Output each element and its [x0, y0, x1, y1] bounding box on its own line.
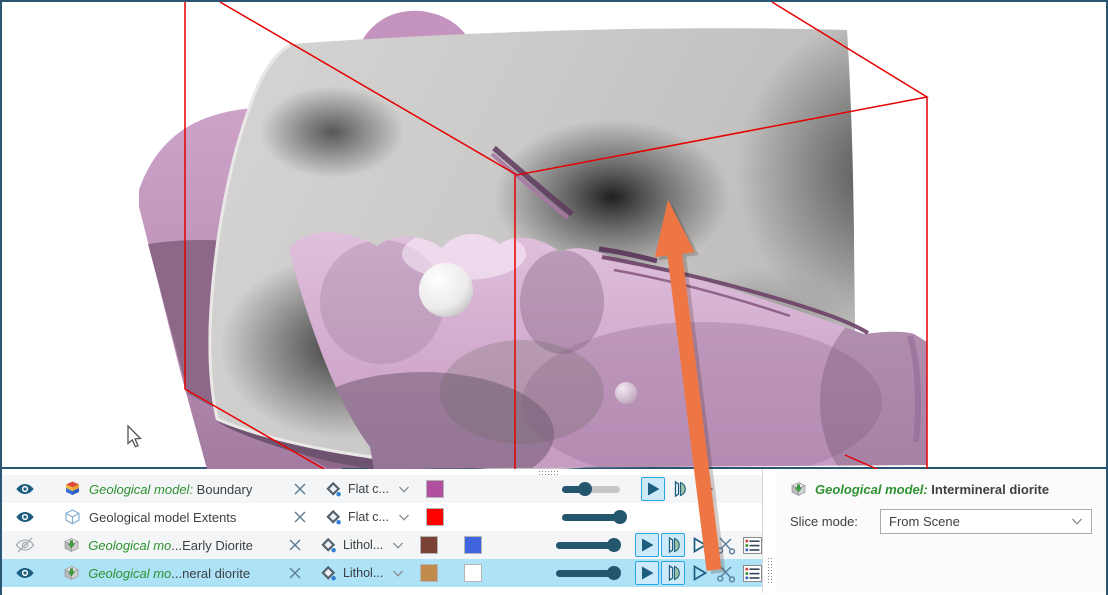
half-sphere-slice-icon — [668, 478, 690, 500]
show-outline-button[interactable] — [687, 533, 711, 557]
legend-button[interactable] — [743, 537, 762, 554]
slice-display-button[interactable] — [661, 533, 685, 557]
shape-name: Geological mo...Early Diorite — [88, 538, 284, 553]
slice-display-button[interactable] — [661, 561, 685, 585]
properties-header: Geological model: Intermineral diorite — [790, 481, 1092, 497]
visibility-eye-off-icon[interactable] — [14, 536, 36, 554]
shape-row-early-diorite[interactable]: Geological mo...Early Diorite Lithol... — [2, 531, 762, 559]
secondary-colour-swatch[interactable] — [464, 564, 482, 582]
shape-row-boundary[interactable]: Geological model: Boundary Flat c... — [2, 475, 762, 503]
colour-mode-bucket-icon[interactable] — [320, 565, 337, 582]
show-faces-button[interactable] — [641, 477, 665, 501]
bottom-panel: Geological model: Boundary Flat c... Ge — [2, 469, 1106, 593]
chevron-down-icon[interactable] — [392, 569, 404, 578]
scissors-slice-icon[interactable] — [716, 563, 736, 583]
colour-mode-value[interactable]: Lithol... — [343, 566, 386, 580]
triangle-outline-icon — [688, 534, 710, 556]
play-icon — [642, 478, 664, 500]
slice-mode-label: Slice mode: — [790, 514, 880, 529]
half-sphere-slice-icon — [662, 562, 684, 584]
scissors-slice-icon[interactable] — [716, 535, 736, 555]
model-output-cube-icon — [63, 565, 80, 581]
geological-model-icon — [64, 481, 81, 497]
mouse-cursor — [128, 426, 140, 447]
chevron-down-icon[interactable] — [398, 485, 410, 494]
remove-from-scene-button[interactable] — [288, 566, 302, 580]
play-icon — [636, 534, 658, 556]
colour-mode-value[interactable]: Lithol... — [343, 538, 386, 552]
visibility-eye-icon[interactable] — [14, 480, 36, 498]
shape-name: Geological model: Boundary — [89, 482, 289, 497]
play-icon — [636, 562, 658, 584]
remove-from-scene-button[interactable] — [293, 482, 307, 496]
model-output-cube-icon — [790, 481, 807, 497]
secondary-colour-swatch[interactable] — [464, 536, 482, 554]
remove-from-scene-button[interactable] — [293, 510, 307, 524]
opacity-slider[interactable] — [562, 510, 620, 524]
visibility-eye-icon[interactable] — [14, 508, 36, 526]
shape-row-intermineral-diorite[interactable]: Geological mo...neral diorite Lithol... — [2, 559, 762, 587]
chevron-down-icon[interactable] — [392, 541, 404, 550]
colour-swatch[interactable] — [420, 564, 438, 582]
opacity-slider[interactable] — [562, 482, 620, 496]
opacity-slider[interactable] — [556, 538, 614, 552]
half-sphere-slice-icon — [662, 534, 684, 556]
chevron-down-icon — [1071, 517, 1083, 526]
triangle-outline-icon — [688, 562, 710, 584]
visibility-eye-icon[interactable] — [14, 564, 36, 582]
opacity-slider[interactable] — [556, 566, 614, 580]
scene-3d-viewport[interactable] — [2, 2, 1106, 469]
triangle-outline-icon — [694, 478, 716, 500]
properties-title: Intermineral diorite — [931, 482, 1049, 497]
panel-splitter[interactable] — [762, 469, 776, 593]
scene-render — [2, 2, 1106, 469]
extents-cube-icon — [64, 509, 81, 525]
shape-list-panel: Geological model: Boundary Flat c... Ge — [2, 469, 762, 593]
remove-from-scene-button[interactable] — [288, 538, 302, 552]
splitter-grip[interactable] — [767, 557, 772, 585]
white-sphere — [419, 263, 473, 317]
properties-title-prefix: Geological model: — [815, 482, 931, 497]
legend-button[interactable] — [743, 565, 762, 582]
application-window: Geological model: Boundary Flat c... Ge — [0, 0, 1108, 595]
colour-swatch[interactable] — [420, 536, 438, 554]
properties-panel: Geological model: Intermineral diorite S… — [776, 469, 1106, 593]
colour-mode-value[interactable]: Flat c... — [348, 510, 392, 524]
colour-mode-bucket-icon[interactable] — [325, 509, 342, 526]
colour-mode-value[interactable]: Flat c... — [348, 482, 392, 496]
slice-mode-value: From Scene — [889, 514, 960, 529]
panel-drag-handle[interactable] — [538, 470, 560, 475]
shape-name: Geological model Extents — [89, 510, 289, 525]
show-faces-button[interactable] — [635, 533, 659, 557]
show-faces-button[interactable] — [635, 561, 659, 585]
model-output-cube-icon — [63, 537, 80, 553]
shape-row-extents[interactable]: Geological model Extents Flat c... — [2, 503, 762, 531]
small-sphere — [615, 382, 637, 404]
colour-mode-bucket-icon[interactable] — [320, 537, 337, 554]
show-outline-button[interactable] — [687, 561, 711, 585]
show-outline-button[interactable] — [693, 477, 717, 501]
colour-swatch[interactable] — [426, 508, 444, 526]
colour-swatch[interactable] — [426, 480, 444, 498]
colour-mode-bucket-icon[interactable] — [325, 481, 342, 498]
slice-display-button[interactable] — [667, 477, 691, 501]
shape-name: Geological mo...neral diorite — [88, 566, 284, 581]
chevron-down-icon[interactable] — [398, 513, 410, 522]
slice-mode-dropdown[interactable]: From Scene — [880, 509, 1092, 534]
